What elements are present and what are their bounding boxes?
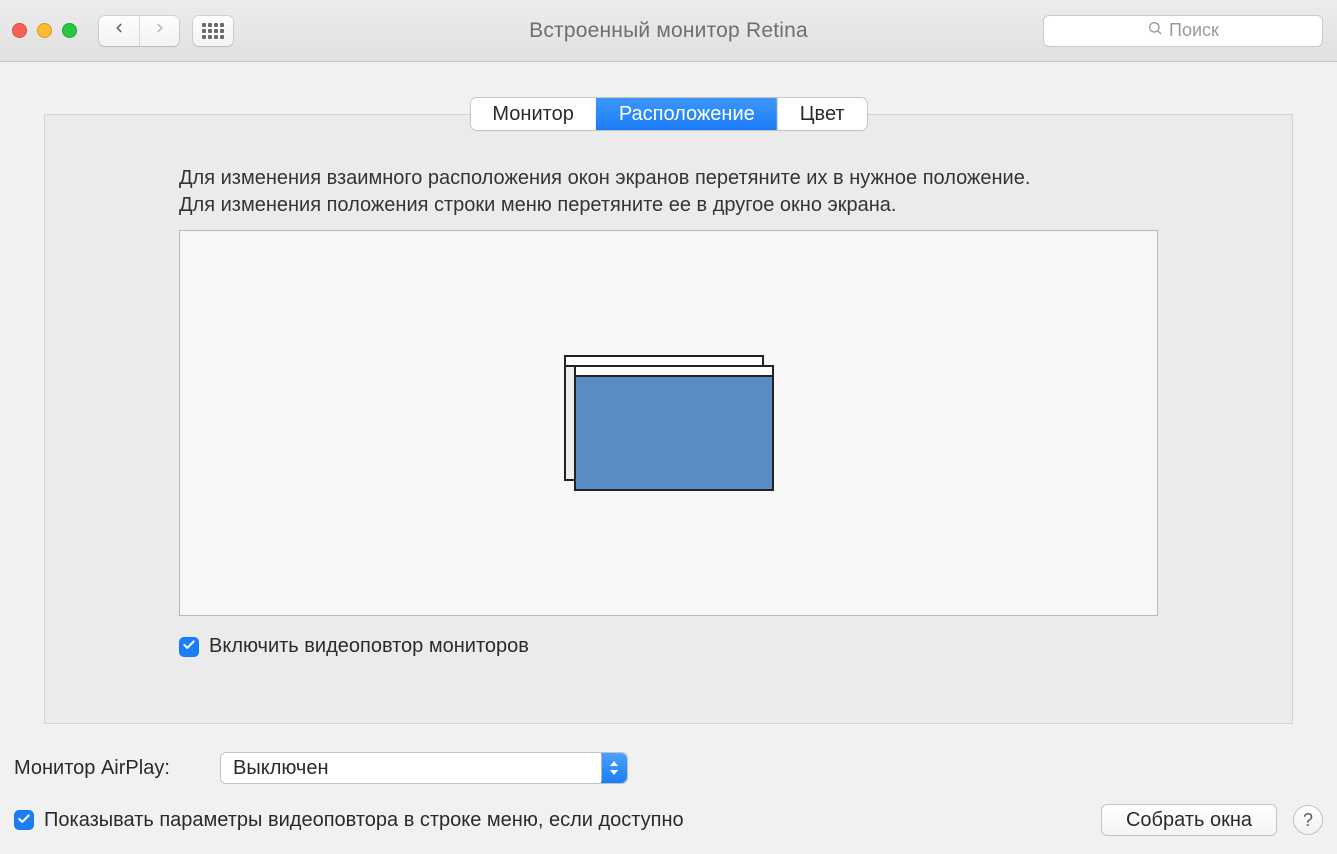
mirror-displays-checkbox[interactable] xyxy=(179,637,199,657)
display-primary[interactable] xyxy=(574,365,774,491)
display-group xyxy=(564,355,774,491)
gather-windows-button[interactable]: Собрать окна xyxy=(1101,804,1277,836)
gather-windows-label: Собрать окна xyxy=(1126,809,1252,832)
segmented-tabs: Монитор Расположение Цвет xyxy=(470,98,866,130)
window-close-button[interactable] xyxy=(12,23,27,38)
grid-icon xyxy=(202,23,224,39)
content-area: Монитор Расположение Цвет Для изменения … xyxy=(0,62,1337,854)
toolbar: Встроенный монитор Retina Поиск xyxy=(0,0,1337,62)
traffic-lights xyxy=(12,23,77,38)
check-icon xyxy=(17,809,31,832)
help-button[interactable]: ? xyxy=(1293,805,1323,835)
tab-color[interactable]: Цвет xyxy=(777,98,867,130)
display-menubar-front[interactable] xyxy=(576,367,772,377)
forward-button[interactable] xyxy=(139,16,179,46)
arrangement-canvas[interactable] xyxy=(179,230,1158,616)
mirror-displays-row: Включить видеоповтор мониторов xyxy=(179,635,529,658)
chevron-right-icon xyxy=(153,21,167,40)
window-zoom-button[interactable] xyxy=(62,23,77,38)
show-mirroring-options-checkbox[interactable] xyxy=(14,810,34,830)
search-icon xyxy=(1147,20,1163,41)
last-row: Показывать параметры видеоповтора в стро… xyxy=(14,804,1323,836)
show-all-button[interactable] xyxy=(193,16,233,46)
dropdown-stepper-icon xyxy=(601,753,627,783)
back-button[interactable] xyxy=(99,16,139,46)
chevron-left-icon xyxy=(112,21,126,40)
show-mirroring-options-label: Показывать параметры видеоповтора в стро… xyxy=(44,809,684,832)
mirror-displays-label: Включить видеоповтор мониторов xyxy=(209,635,529,658)
instructions-line2: Для изменения положения строки меню пере… xyxy=(179,192,1158,219)
window-minimize-button[interactable] xyxy=(37,23,52,38)
check-icon xyxy=(182,635,196,658)
instructions-line1: Для изменения взаимного расположения око… xyxy=(179,165,1158,192)
nav-group xyxy=(99,16,179,46)
tab-arrangement[interactable]: Расположение xyxy=(596,98,777,130)
main-panel: Для изменения взаимного расположения око… xyxy=(44,114,1293,724)
airplay-value: Выключен xyxy=(233,757,329,780)
instructions-text: Для изменения взаимного расположения око… xyxy=(179,165,1158,219)
bottom-area: Монитор AirPlay: Выключен Показывать пар… xyxy=(14,752,1323,836)
search-placeholder: Поиск xyxy=(1169,20,1219,41)
airplay-label: Монитор AirPlay: xyxy=(14,757,204,780)
search-field[interactable]: Поиск xyxy=(1043,15,1323,47)
tab-monitor[interactable]: Монитор xyxy=(470,98,595,130)
airplay-dropdown[interactable]: Выключен xyxy=(220,752,628,784)
airplay-row: Монитор AirPlay: Выключен xyxy=(14,752,1323,784)
help-icon: ? xyxy=(1303,811,1313,829)
